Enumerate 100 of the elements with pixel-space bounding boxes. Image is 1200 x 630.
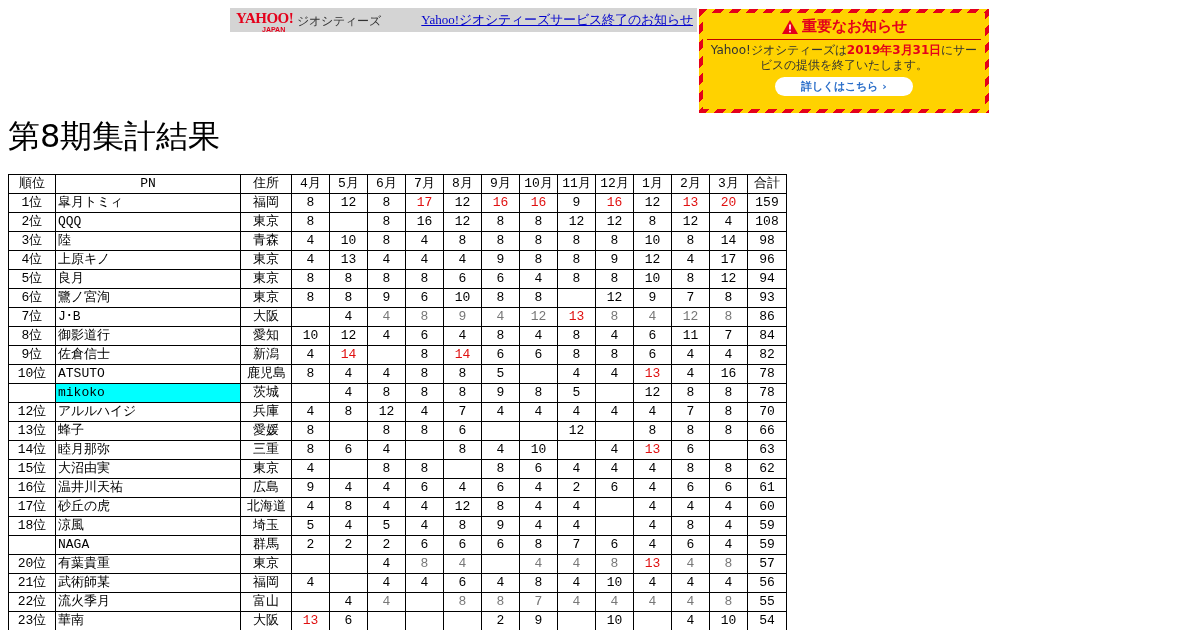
rank-cell: 1位 bbox=[8, 193, 56, 213]
score-cell: 12 bbox=[557, 212, 596, 232]
score-cell: 4 bbox=[405, 573, 444, 593]
score-cell: 9 bbox=[595, 250, 634, 270]
column-header: 5月 bbox=[329, 174, 368, 194]
total-cell: 62 bbox=[747, 459, 787, 479]
score-cell: 8 bbox=[443, 383, 482, 403]
column-header: 7月 bbox=[405, 174, 444, 194]
score-cell: 8 bbox=[557, 231, 596, 251]
name-cell: NAGA bbox=[55, 535, 241, 555]
score-cell: 8 bbox=[405, 459, 444, 479]
score-cell: 4 bbox=[709, 345, 748, 365]
column-header: 3月 bbox=[709, 174, 748, 194]
score-cell: 12 bbox=[443, 193, 482, 213]
rank-cell: 16位 bbox=[8, 478, 56, 498]
score-cell: 8 bbox=[367, 269, 406, 289]
score-cell: 12 bbox=[633, 193, 672, 213]
rank-cell: 8位 bbox=[8, 326, 56, 346]
area-cell: 愛媛 bbox=[240, 421, 292, 441]
score-cell: 2 bbox=[329, 535, 368, 555]
score-cell: 5 bbox=[367, 516, 406, 536]
score-cell: 4 bbox=[633, 307, 672, 327]
score-cell: 4 bbox=[595, 402, 634, 422]
name-cell: 佐倉信士 bbox=[55, 345, 241, 365]
score-cell: 8 bbox=[329, 288, 368, 308]
column-header: 住所 bbox=[240, 174, 292, 194]
score-cell: 8 bbox=[291, 269, 330, 289]
score-cell: 6 bbox=[405, 288, 444, 308]
score-cell: 4 bbox=[519, 402, 558, 422]
score-cell: 8 bbox=[291, 288, 330, 308]
area-cell: 広島 bbox=[240, 478, 292, 498]
score-cell: 4 bbox=[329, 364, 368, 384]
score-cell: 4 bbox=[671, 345, 710, 365]
score-cell: 4 bbox=[709, 535, 748, 555]
rank-cell: 13位 bbox=[8, 421, 56, 441]
name-cell: 涼風 bbox=[55, 516, 241, 536]
name-cell: アルルハイジ bbox=[55, 402, 241, 422]
rank-cell: 18位 bbox=[8, 516, 56, 536]
total-cell: 59 bbox=[747, 535, 787, 555]
score-cell: 8 bbox=[291, 212, 330, 232]
total-cell: 57 bbox=[747, 554, 787, 574]
score-cell: 4 bbox=[595, 592, 634, 612]
score-cell: 6 bbox=[633, 345, 672, 365]
name-cell: 有葉貴重 bbox=[55, 554, 241, 574]
score-cell: 4 bbox=[557, 573, 596, 593]
score-cell: 11 bbox=[671, 326, 710, 346]
score-cell: 6 bbox=[671, 478, 710, 498]
score-cell: 8 bbox=[443, 231, 482, 251]
area-cell: 三重 bbox=[240, 440, 292, 460]
score-cell: 4 bbox=[557, 554, 596, 574]
score-cell: 4 bbox=[291, 345, 330, 365]
name-cell: ATSUTO bbox=[55, 364, 241, 384]
score-cell: 8 bbox=[557, 345, 596, 365]
score-cell: 6 bbox=[481, 345, 520, 365]
score-cell: 4 bbox=[367, 497, 406, 517]
score-cell: 4 bbox=[633, 478, 672, 498]
score-cell: 4 bbox=[519, 554, 558, 574]
total-cell: 61 bbox=[747, 478, 787, 498]
score-cell: 8 bbox=[367, 383, 406, 403]
score-cell: 20 bbox=[709, 193, 748, 213]
score-cell: 4 bbox=[633, 497, 672, 517]
total-cell: 159 bbox=[747, 193, 787, 213]
score-cell: 12 bbox=[709, 269, 748, 289]
score-cell: 4 bbox=[329, 516, 368, 536]
score-cell: 8 bbox=[405, 554, 444, 574]
score-cell: 7 bbox=[709, 326, 748, 346]
area-cell: 東京 bbox=[240, 269, 292, 289]
score-cell: 8 bbox=[291, 364, 330, 384]
score-cell: 4 bbox=[709, 497, 748, 517]
score-cell: 12 bbox=[595, 212, 634, 232]
score-cell: 4 bbox=[405, 497, 444, 517]
score-cell: 9 bbox=[557, 193, 596, 213]
score-cell: 4 bbox=[367, 326, 406, 346]
notice-title: 重要なお知らせ bbox=[801, 17, 907, 36]
score-cell: 10 bbox=[329, 231, 368, 251]
score-cell: 16 bbox=[595, 193, 634, 213]
score-cell: 6 bbox=[595, 478, 634, 498]
rank-cell: 15位 bbox=[8, 459, 56, 479]
name-cell: 皐月トミィ bbox=[55, 193, 241, 213]
score-cell: 8 bbox=[481, 592, 520, 612]
name-cell: 砂丘の虎 bbox=[55, 497, 241, 517]
score-cell: 8 bbox=[405, 307, 444, 327]
details-button[interactable]: 詳しくはこちら › bbox=[775, 77, 913, 96]
rank-cell: 23位 bbox=[8, 611, 56, 630]
area-cell: 兵庫 bbox=[240, 402, 292, 422]
score-cell: 8 bbox=[367, 459, 406, 479]
rank-cell: 14位 bbox=[8, 440, 56, 460]
score-cell: 8 bbox=[595, 307, 634, 327]
score-cell: 8 bbox=[367, 193, 406, 213]
score-cell: 8 bbox=[595, 345, 634, 365]
score-cell: 8 bbox=[709, 307, 748, 327]
score-cell: 8 bbox=[481, 497, 520, 517]
score-cell: 12 bbox=[329, 193, 368, 213]
score-cell: 6 bbox=[405, 478, 444, 498]
score-cell: 4 bbox=[329, 383, 368, 403]
notice-link[interactable]: Yahoo!ジオシティーズサービス終了のお知らせ bbox=[421, 11, 693, 29]
score-cell: 2 bbox=[557, 478, 596, 498]
area-cell: 埼玉 bbox=[240, 516, 292, 536]
total-cell: 55 bbox=[747, 592, 787, 612]
score-cell: 12 bbox=[633, 383, 672, 403]
